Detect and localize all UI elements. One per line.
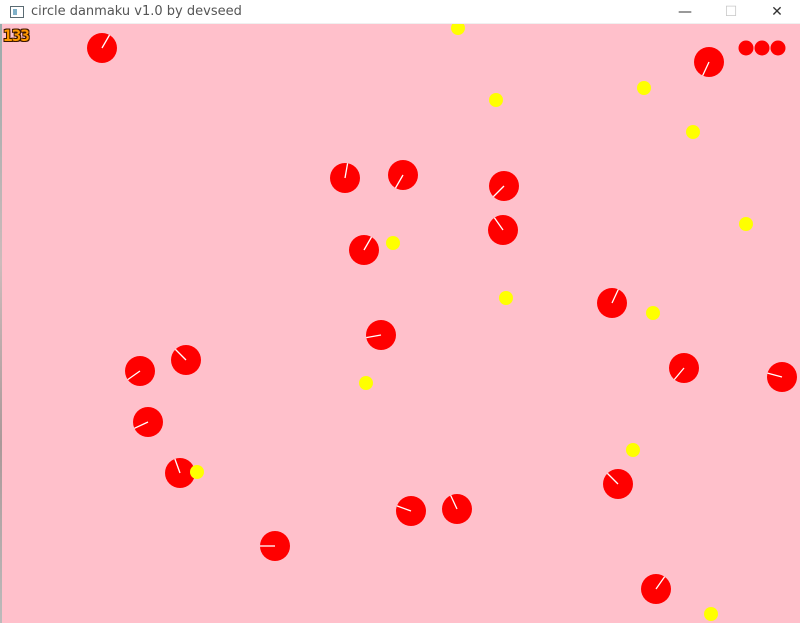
game-window: circle danmaku v1.0 by devseed — ☐ ✕ 133 <box>0 0 800 623</box>
enemy-circle <box>125 356 155 386</box>
bullet <box>704 607 718 621</box>
enemy-circle <box>260 531 290 561</box>
bullet <box>359 376 373 390</box>
enemy-circle <box>349 235 379 265</box>
enemy-circle <box>442 494 472 524</box>
bullet <box>626 443 640 457</box>
enemy-circle <box>171 345 201 375</box>
enemy-circle <box>330 163 360 193</box>
bullet <box>489 93 503 107</box>
app-icon <box>10 5 24 18</box>
enemy-circle <box>694 47 724 77</box>
window-title: circle danmaku v1.0 by devseed <box>31 4 242 19</box>
window-controls: — ☐ ✕ <box>662 0 800 24</box>
title-bar[interactable]: circle danmaku v1.0 by devseed — ☐ ✕ <box>0 0 800 24</box>
enemy-circle <box>489 171 519 201</box>
enemy-circle <box>669 353 699 383</box>
game-canvas[interactable]: 133 <box>0 24 800 623</box>
bullet <box>386 236 400 250</box>
bullet <box>451 24 465 35</box>
enemy-circle <box>641 574 671 604</box>
enemy-circle <box>488 215 518 245</box>
game-stage[interactable] <box>0 24 800 623</box>
enemy-circle <box>767 362 797 392</box>
enemy-circle <box>597 288 627 318</box>
bullet <box>190 465 204 479</box>
bullet <box>499 291 513 305</box>
life-icon <box>770 40 786 56</box>
bullet <box>646 306 660 320</box>
close-icon[interactable]: ✕ <box>754 0 800 24</box>
enemy-circle <box>366 320 396 350</box>
enemy-circle <box>87 33 117 63</box>
bullet <box>686 125 700 139</box>
enemy-circle <box>603 469 633 499</box>
bullet <box>739 217 753 231</box>
enemy-circle <box>396 496 426 526</box>
enemy-circle <box>133 407 163 437</box>
enemy-circle <box>388 160 418 190</box>
life-icon <box>738 40 754 56</box>
minimize-icon[interactable]: — <box>662 0 708 24</box>
bullet <box>637 81 651 95</box>
maximize-icon[interactable]: ☐ <box>708 0 754 24</box>
score-counter: 133 <box>3 26 30 45</box>
life-icon <box>754 40 770 56</box>
